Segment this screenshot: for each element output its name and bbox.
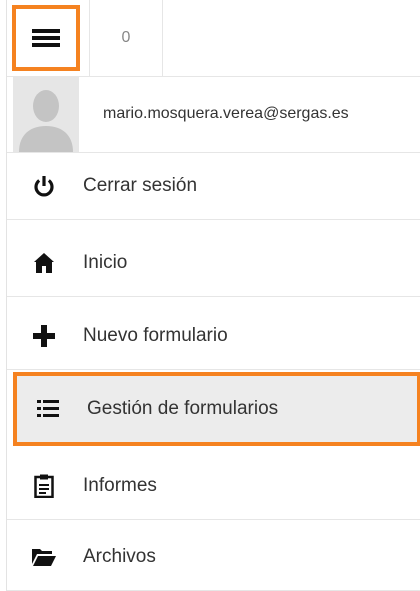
user-email: mario.mosquera.verea@sergas.es [103,105,349,122]
menu-item-label: Inicio [83,251,128,273]
menu-item-logout[interactable]: Cerrar sesión [7,152,420,220]
menu-item-label: Cerrar sesión [83,174,198,196]
menu-item-form-management[interactable]: Gestión de formularios [13,372,420,446]
user-info: mario.mosquera.verea@sergas.es [7,76,420,153]
user-silhouette-icon [13,76,79,152]
menu-item-label: Gestión de formularios [87,398,279,419]
power-icon [32,174,56,198]
counter-value: 0 [121,29,131,46]
menu-toggle-button[interactable] [12,5,80,71]
menu-item-label: Archivos [83,545,156,567]
clipboard-icon [32,474,56,498]
menu-item-files[interactable]: Archivos [7,523,420,591]
menu-item-reports[interactable]: Informes [7,452,420,520]
plus-icon [32,324,56,348]
folder-open-icon [32,545,56,569]
top-bar: 0 [7,0,420,77]
notification-counter[interactable]: 0 [89,0,163,76]
hamburger-icon [32,29,60,47]
avatar [13,76,79,152]
home-icon [32,251,56,275]
sidebar-panel: 0 mario.mosquera.verea@sergas.es Cerrar … [6,0,420,591]
menu-item-label: Informes [83,474,157,496]
menu-item-home[interactable]: Inicio [7,229,420,297]
menu-item-new-form[interactable]: Nuevo formulario [7,302,420,370]
menu-item-label: Nuevo formulario [83,324,228,346]
list-icon [36,397,60,421]
